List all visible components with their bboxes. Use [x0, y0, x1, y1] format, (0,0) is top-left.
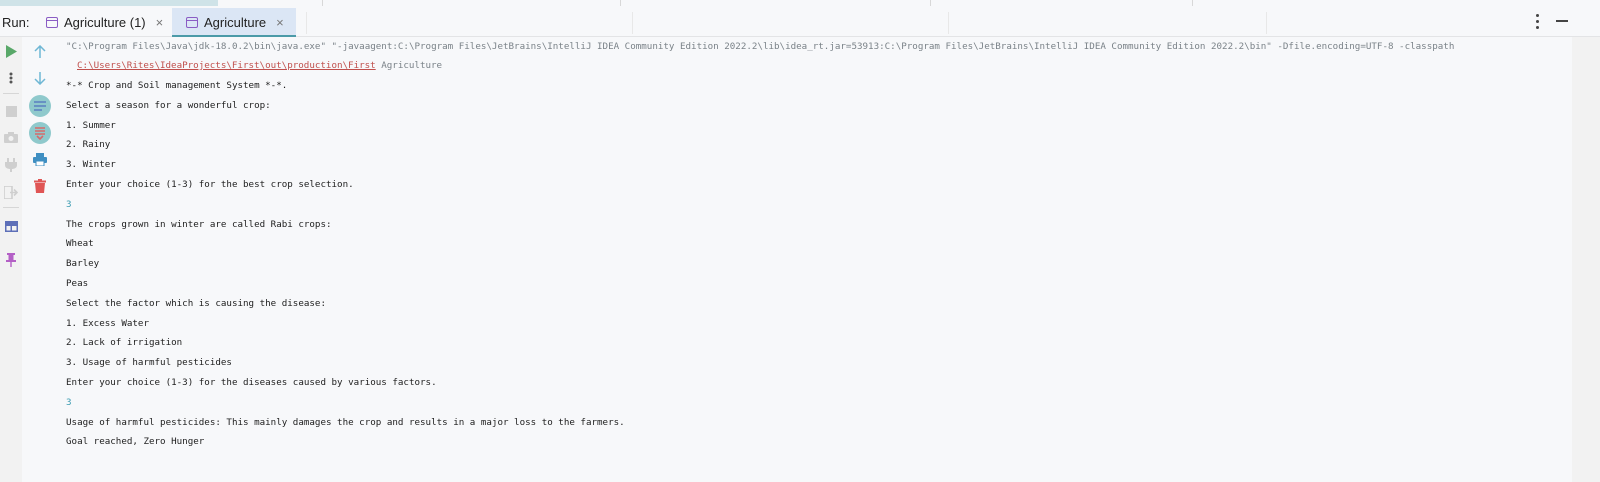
- arrow-down-icon[interactable]: [30, 68, 50, 88]
- output-line: 1. Summer: [66, 119, 116, 131]
- plug-icon[interactable]: [1, 155, 21, 175]
- java-command-line: "C:\Program Files\Java\jdk-18.0.2\bin\ja…: [66, 41, 1455, 52]
- layout-icon[interactable]: [1, 216, 21, 236]
- tab-agriculture[interactable]: Agriculture ×: [172, 8, 296, 38]
- user-input-line: 3: [66, 396, 72, 408]
- tab-agriculture-1[interactable]: Agriculture (1) ×: [46, 8, 163, 36]
- divider: [3, 207, 19, 208]
- output-line: 3. Usage of harmful pesticides: [66, 357, 232, 369]
- output-line: Peas: [66, 278, 89, 289]
- application-icon: [186, 16, 198, 28]
- divider: [306, 12, 307, 34]
- tab-label: Agriculture: [204, 14, 267, 30]
- output-line: 2. Rainy: [66, 139, 111, 151]
- more-options-icon[interactable]: [1530, 12, 1544, 30]
- run-toolbar-right: [22, 37, 58, 482]
- output-line: Select the factor which is causing the d…: [66, 297, 326, 309]
- output-line: Wheat: [66, 238, 94, 250]
- output-line: Enter your choice (1-3) for the best cro…: [66, 179, 354, 190]
- application-icon: [46, 16, 58, 28]
- output-line: 2. Lack of irrigation: [66, 337, 183, 349]
- output-line: *-* Crop and Soil management System *-*.: [66, 80, 288, 91]
- close-icon[interactable]: ×: [156, 15, 164, 30]
- classpath-link[interactable]: C:\Users\Rites\IdeaProjects\First\out\pr…: [77, 60, 376, 71]
- run-label: Run:: [2, 15, 30, 30]
- pin-icon[interactable]: [1, 250, 21, 270]
- minimize-icon[interactable]: [1556, 20, 1568, 22]
- output-line: The crops grown in winter are called Rab…: [66, 218, 332, 230]
- close-icon[interactable]: ×: [276, 15, 284, 30]
- divider: [3, 93, 19, 94]
- output-line: 3. Winter: [66, 159, 116, 171]
- divider: [632, 12, 633, 34]
- trash-icon[interactable]: [30, 176, 50, 196]
- scroll-to-end-icon[interactable]: [28, 121, 52, 145]
- camera-icon[interactable]: [1, 127, 21, 147]
- divider: [1266, 12, 1267, 34]
- exit-icon[interactable]: [1, 182, 21, 202]
- soft-wrap-icon[interactable]: [28, 94, 52, 118]
- run-toolbar-left: [0, 37, 22, 482]
- user-input-line: 3: [66, 198, 72, 210]
- divider: [948, 12, 949, 34]
- print-icon[interactable]: [30, 149, 50, 169]
- output-line: Usage of harmful pesticides: This mainly…: [66, 416, 625, 428]
- run-panel-header: Run: Agriculture (1) × Agriculture ×: [0, 6, 1600, 38]
- output-line: Goal reached, Zero Hunger: [66, 436, 205, 448]
- tab-label: Agriculture (1): [64, 14, 146, 30]
- output-line: Select a season for a wonderful crop:: [66, 99, 271, 111]
- more-vertical-icon[interactable]: [1, 68, 21, 88]
- classpath-line: C:\Users\Rites\IdeaProjects\First\out\pr…: [77, 60, 442, 71]
- arrow-up-icon[interactable]: [30, 41, 50, 61]
- run-icon[interactable]: [1, 41, 21, 61]
- right-edge-gutter: [1572, 37, 1600, 482]
- main-class: Agriculture: [375, 60, 443, 71]
- stop-icon[interactable]: [1, 101, 21, 121]
- console-output[interactable]: "C:\Program Files\Java\jdk-18.0.2\bin\ja…: [58, 37, 1572, 482]
- output-line: 1. Excess Water: [66, 317, 149, 329]
- output-line: Enter your choice (1-3) for the diseases…: [66, 377, 437, 388]
- output-line: Barley: [66, 258, 100, 270]
